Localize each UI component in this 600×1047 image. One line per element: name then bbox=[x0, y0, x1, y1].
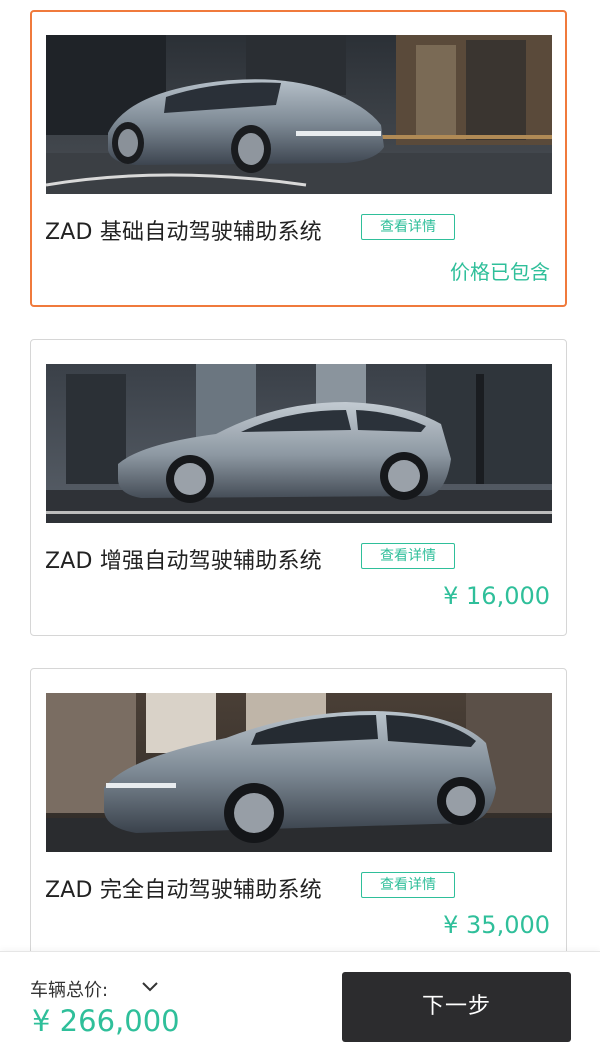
view-details-button[interactable]: 查看详情 bbox=[361, 543, 455, 569]
total-price-value: ¥ 266,000 bbox=[32, 1004, 180, 1038]
page: ZAD 基础自动驾驶辅助系统 查看详情 价格已包含 ZAD 增强自动驾驶辅助系统… bbox=[0, 0, 600, 1047]
total-price-label: 车辆总价: bbox=[30, 980, 109, 1001]
car-image bbox=[46, 693, 552, 852]
option-card-enhanced[interactable]: ZAD 增强自动驾驶辅助系统 查看详情 ¥ 16,000 bbox=[30, 339, 567, 636]
option-title: ZAD 增强自动驾驶辅助系统 bbox=[45, 549, 322, 574]
car-photo-icon bbox=[46, 364, 552, 523]
option-price: ¥ 35,000 bbox=[443, 911, 550, 939]
next-step-button[interactable]: 下一步 bbox=[342, 972, 571, 1042]
view-details-button[interactable]: 查看详情 bbox=[361, 214, 455, 240]
car-photo-icon bbox=[46, 35, 552, 194]
view-details-button[interactable]: 查看详情 bbox=[361, 872, 455, 898]
car-image bbox=[46, 35, 552, 194]
bottom-bar: 车辆总价: ¥ 266,000 下一步 bbox=[0, 951, 600, 1047]
option-price: ¥ 16,000 bbox=[443, 582, 550, 610]
option-card-basic[interactable]: ZAD 基础自动驾驶辅助系统 查看详情 价格已包含 bbox=[30, 10, 567, 307]
option-title: ZAD 基础自动驾驶辅助系统 bbox=[45, 220, 322, 245]
chevron-down-icon[interactable] bbox=[141, 978, 159, 994]
car-image bbox=[46, 364, 552, 523]
option-price: 价格已包含 bbox=[450, 260, 550, 284]
option-title: ZAD 完全自动驾驶辅助系统 bbox=[45, 878, 322, 903]
car-photo-icon bbox=[46, 693, 552, 852]
option-card-full[interactable]: ZAD 完全自动驾驶辅助系统 查看详情 ¥ 35,000 bbox=[30, 668, 567, 965]
